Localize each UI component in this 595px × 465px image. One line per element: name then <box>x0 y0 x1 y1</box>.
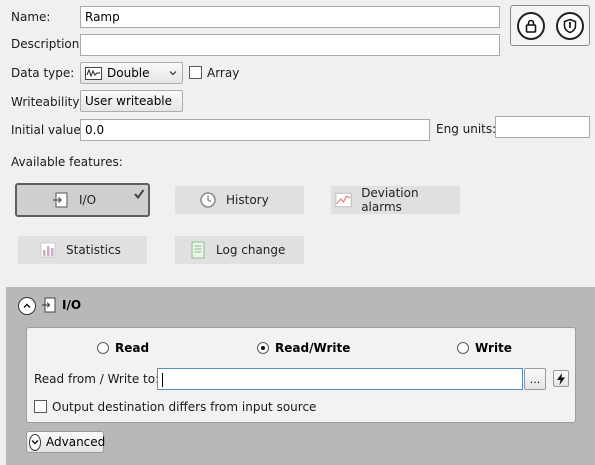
lightning-icon <box>557 372 565 385</box>
browse-button[interactable]: ... <box>524 368 546 390</box>
io-icon <box>53 192 68 208</box>
read-write-input[interactable] <box>157 368 523 390</box>
feature-history-button[interactable]: History <box>175 186 304 214</box>
advanced-button[interactable]: Advanced <box>26 431 106 453</box>
feature-deviation-alarms-label: Deviation alarms <box>361 186 419 214</box>
chevron-down-icon <box>169 71 177 76</box>
writeability-value: User writeable <box>85 94 173 108</box>
radio-write-circle[interactable] <box>457 342 469 354</box>
advanced-label: Advanced <box>46 435 106 449</box>
features-title: Available features: <box>11 155 123 169</box>
eng-units-label: Eng units: <box>436 122 497 136</box>
expand-advanced-icon <box>29 433 41 451</box>
lock-icon[interactable] <box>516 11 545 40</box>
radio-readwrite-label: Read/Write <box>275 341 351 355</box>
name-input[interactable]: Ramp <box>80 6 500 28</box>
writeability-select[interactable]: User writeable <box>80 90 183 112</box>
initial-value-input[interactable]: 0.0 <box>80 119 430 141</box>
radio-read-circle[interactable] <box>97 342 109 354</box>
feature-history-label: History <box>226 193 269 207</box>
radio-write-label: Write <box>475 341 512 355</box>
io-panel-title: I/O <box>62 298 82 312</box>
feature-io-label: I/O <box>79 193 97 207</box>
log-document-icon <box>191 241 205 259</box>
data-type-select[interactable]: Double <box>80 62 183 84</box>
bar-chart-icon <box>40 242 56 258</box>
lightning-button[interactable] <box>553 370 569 387</box>
radio-readwrite[interactable]: Read/Write <box>257 341 350 355</box>
text-cursor <box>162 372 163 387</box>
shield-icon[interactable] <box>555 11 584 40</box>
checkmark-icon <box>134 189 145 200</box>
output-diff-checkbox[interactable] <box>34 400 47 413</box>
deviation-chart-icon <box>335 192 352 208</box>
feature-log-change-label: Log change <box>216 243 286 257</box>
initial-value-label: Initial value: <box>11 123 85 137</box>
output-diff-label: Output destination differs from input so… <box>52 400 317 414</box>
radio-readwrite-circle[interactable] <box>257 342 269 354</box>
chevron-down-icon <box>176 100 178 102</box>
chevron-up-icon <box>23 303 31 308</box>
description-label: Description: <box>11 37 84 51</box>
read-write-label: Read from / Write to: <box>34 372 160 386</box>
collapse-io-button[interactable] <box>18 297 36 315</box>
eng-units-input[interactable] <box>495 116 590 138</box>
radio-write[interactable]: Write <box>457 341 512 355</box>
radio-read[interactable]: Read <box>97 341 149 355</box>
data-type-label: Data type: <box>11 66 75 80</box>
clock-icon <box>200 192 216 208</box>
feature-io-button[interactable]: I/O <box>15 183 150 217</box>
description-input[interactable] <box>80 34 500 56</box>
waveform-icon <box>85 66 102 80</box>
radio-read-label: Read <box>115 341 150 355</box>
feature-log-change-button[interactable]: Log change <box>175 236 304 264</box>
chevron-down-icon <box>31 440 39 445</box>
writeability-label: Writeability: <box>11 95 83 109</box>
data-type-value: Double <box>107 66 150 80</box>
io-icon <box>42 297 56 313</box>
feature-deviation-alarms-button[interactable]: Deviation alarms <box>331 186 460 214</box>
feature-statistics-label: Statistics <box>66 243 121 257</box>
array-checkbox[interactable] <box>189 66 202 79</box>
feature-statistics-button[interactable]: Statistics <box>18 236 147 264</box>
name-label: Name: <box>11 10 51 24</box>
array-label: Array <box>207 66 240 80</box>
security-buttons <box>510 5 590 46</box>
